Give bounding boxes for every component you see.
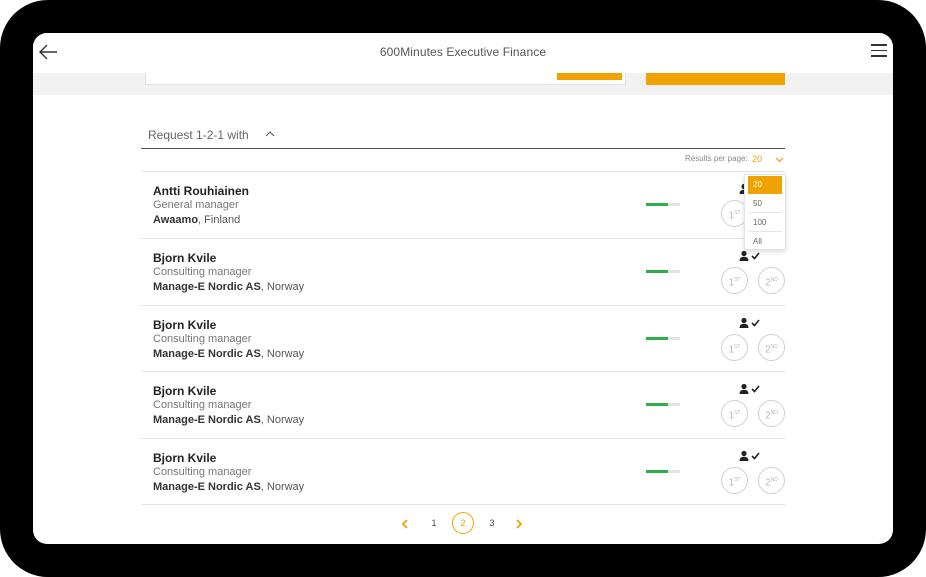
contact-company-line: Manage-E Nordic AS, Norway: [153, 414, 304, 426]
contact-list: Antti Rouhiainen General manager Awaamo,…: [141, 171, 785, 505]
contact-company: Manage-E Nordic AS: [153, 481, 261, 494]
second-meeting-button[interactable]: 2ND: [758, 467, 785, 495]
second-meeting-button[interactable]: 2ND: [758, 333, 785, 361]
contact-row: Bjorn Kvile Consulting manager Manage-E …: [141, 371, 785, 438]
contact-role: Consulting manager: [153, 265, 252, 278]
action-button[interactable]: [646, 73, 785, 85]
contact-role: Consulting manager: [153, 399, 252, 412]
results-per-page-option[interactable]: 100: [748, 214, 782, 232]
contact-company: Manage-E Nordic AS: [153, 347, 261, 360]
contact-name[interactable]: Bjorn Kvile: [153, 451, 216, 465]
progress-fill: [646, 269, 669, 273]
contact-role: General manager: [153, 199, 239, 211]
search-input[interactable]: [145, 73, 626, 85]
contact-country: , Norway: [260, 414, 305, 427]
results-per-page-option[interactable]: 50: [748, 195, 782, 213]
contact-company-line: Manage-E Nordic AS, Norway: [153, 348, 304, 360]
filter-button[interactable]: [557, 73, 622, 80]
person-check-icon: [739, 384, 760, 395]
results-per-page-option[interactable]: All: [748, 233, 782, 251]
person-check-icon: [739, 317, 760, 328]
filter-band: [33, 73, 893, 95]
first-meeting-button[interactable]: 1ST: [721, 400, 748, 428]
contact-row: Bjorn Kvile Consulting manager Manage-E …: [141, 438, 785, 505]
device-frame: 600Minutes Executive Finance Request 1-2…: [0, 0, 926, 577]
page-2-current[interactable]: 2: [452, 512, 474, 534]
contact-role: Consulting manager: [153, 332, 252, 345]
contact-country: , Norway: [260, 347, 305, 360]
results-per-page-label: Results per page:: [685, 154, 748, 163]
contact-row: Bjorn Kvile Consulting manager Manage-E …: [141, 237, 785, 305]
contact-role: Consulting manager: [153, 466, 252, 479]
contact-name[interactable]: Bjorn Kvile: [153, 318, 216, 332]
contact-row: Antti Rouhiainen General manager Awaamo,…: [141, 171, 785, 238]
contact-country: , Norway: [260, 481, 305, 494]
contact-name[interactable]: Bjorn Kvile: [153, 251, 216, 265]
chevron-left-icon[interactable]: [400, 518, 410, 530]
progress-bar: [646, 203, 680, 206]
second-meeting-button[interactable]: 2ND: [758, 266, 785, 294]
contact-company: Awaamo: [153, 214, 199, 226]
contact-country: , Norway: [260, 280, 305, 293]
contact-company-line: Manage-E Nordic AS, Norway: [153, 281, 304, 293]
app-title: 600Minutes Executive Finance: [379, 45, 547, 59]
contact-company: Manage-E Nordic AS: [153, 414, 261, 427]
chevron-right-icon[interactable]: [514, 518, 524, 530]
second-meeting-button[interactable]: 2ND: [758, 400, 785, 428]
contact-company-line: Awaamo, Finland: [153, 214, 240, 226]
contact-name[interactable]: Bjorn Kvile: [153, 384, 216, 398]
contact-company-line: Manage-E Nordic AS, Norway: [153, 481, 304, 493]
first-meeting-button[interactable]: 1ST: [721, 266, 748, 294]
person-check-icon: [739, 250, 760, 261]
progress-bar: [646, 336, 680, 340]
page-3[interactable]: 3: [486, 518, 498, 528]
first-meeting-button[interactable]: 1ST: [721, 333, 748, 361]
request-label: Request 1-2-1 with: [148, 128, 249, 142]
results-per-page-dropdown: 20 50 100 All: [744, 174, 786, 250]
pagination: 1 2 3: [393, 512, 533, 536]
chevron-up-icon: [265, 131, 275, 137]
progress-bar: [646, 470, 680, 474]
request-toggle[interactable]: Request 1-2-1 with: [141, 125, 785, 149]
results-per-page-value[interactable]: 20: [752, 154, 762, 164]
first-meeting-button[interactable]: 1ST: [721, 467, 748, 495]
contact-country: , Finland: [198, 214, 241, 226]
progress-fill: [646, 203, 669, 206]
chevron-down-icon[interactable]: [775, 156, 784, 163]
page-1[interactable]: 1: [428, 518, 440, 528]
results-per-page-option[interactable]: 20: [748, 176, 782, 194]
app-header: 600Minutes Executive Finance: [33, 33, 893, 73]
contact-row: Bjorn Kvile Consulting manager Manage-E …: [141, 304, 785, 372]
app-screen: 600Minutes Executive Finance Request 1-2…: [33, 33, 893, 544]
progress-fill: [646, 336, 669, 340]
progress-bar: [646, 403, 680, 407]
hamburger-menu-icon[interactable]: [871, 44, 887, 58]
contact-name[interactable]: Antti Rouhiainen: [153, 184, 249, 198]
progress-bar: [646, 269, 680, 273]
progress-fill: [646, 470, 669, 474]
progress-fill: [646, 403, 669, 407]
contact-company: Manage-E Nordic AS: [153, 280, 261, 293]
person-check-icon: [739, 451, 760, 462]
